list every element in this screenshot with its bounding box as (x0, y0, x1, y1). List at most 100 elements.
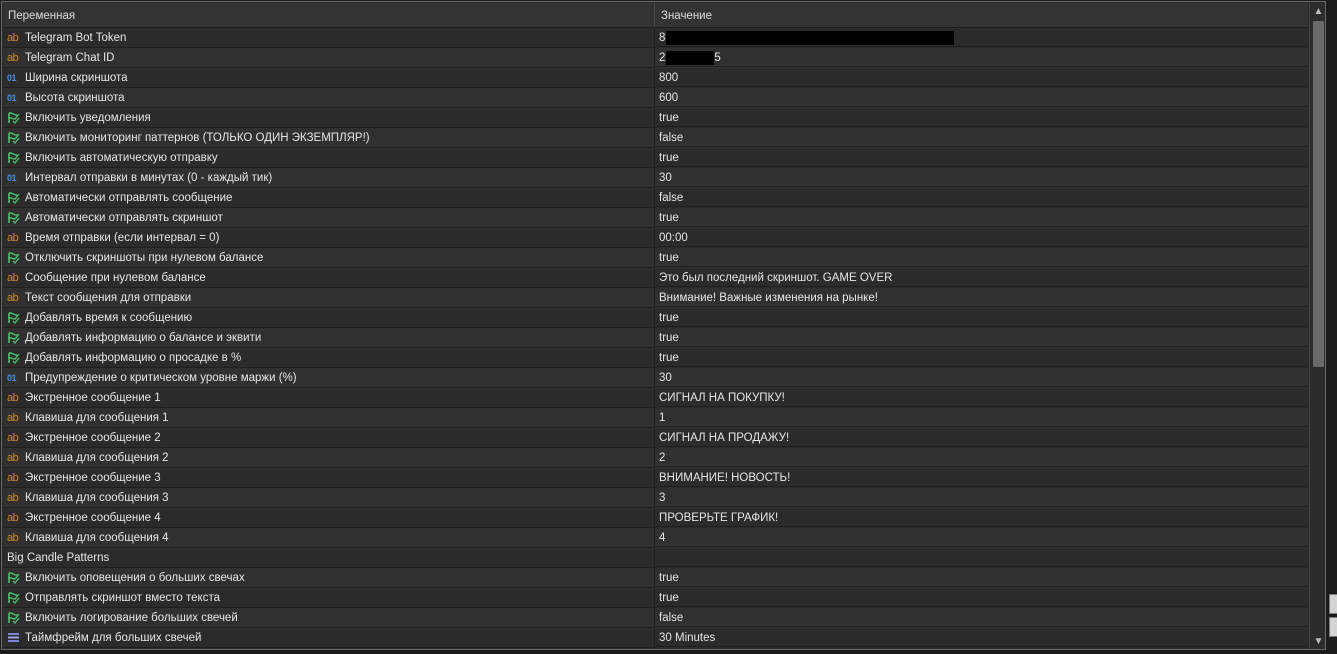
table-row[interactable]: ab Экстренное сообщение 2 СИГНАЛ НА ПРОДАЖ… (3, 428, 1308, 448)
value-cell[interactable]: 4 (655, 528, 1308, 547)
value-text[interactable]: true (659, 252, 679, 264)
value-cell[interactable]: true (655, 348, 1308, 367)
value-text[interactable]: true (659, 152, 679, 164)
value-cell[interactable]: 30 (655, 368, 1308, 387)
value-cell[interactable]: 30 Minutes (655, 628, 1308, 647)
value-cell[interactable]: true (655, 308, 1308, 327)
value-text[interactable]: true (659, 592, 679, 604)
value-text[interactable]: 2 (659, 452, 665, 464)
value-text[interactable]: false (659, 612, 683, 624)
table-row[interactable]: ab Клавиша для сообщения 4 4 (3, 528, 1308, 548)
value-text[interactable]: 3 (659, 492, 665, 504)
value-cell[interactable]: false (655, 608, 1308, 627)
value-text[interactable]: 1 (659, 412, 665, 424)
table-row[interactable]: ab Экстренное сообщение 1 СИГНАЛ НА ПОКУПК… (3, 388, 1308, 408)
value-cell[interactable]: ВНИМАНИЕ! НОВОСТЬ! (655, 468, 1308, 487)
table-row[interactable]: Добавлять информацию о балансе и эквити t… (3, 328, 1308, 348)
value-cell[interactable]: ПРОВЕРЬТЕ ГРАФИК! (655, 508, 1308, 527)
value-cell[interactable]: false (655, 128, 1308, 147)
value-text[interactable]: 30 (659, 172, 672, 184)
value-cell[interactable]: true (655, 568, 1308, 587)
table-row[interactable]: Включить оповещения о больших свечах true (3, 568, 1308, 588)
value-cell[interactable]: 25 (655, 48, 1308, 67)
table-row[interactable]: ab Сообщение при нулевом балансе Это был п… (3, 268, 1308, 288)
group-header-row[interactable]: Big Candle Patterns (3, 548, 1308, 568)
value-cell[interactable]: true (655, 328, 1308, 347)
column-header-value[interactable]: Значение (656, 3, 1308, 27)
table-row[interactable]: ab Экстренное сообщение 4 ПРОВЕРЬТЕ ГРАФИК… (3, 508, 1308, 528)
value-text[interactable]: 30 (659, 372, 672, 384)
side-control-bottom[interactable] (1329, 617, 1337, 637)
value-text[interactable]: 2 (659, 52, 665, 64)
scroll-down-arrow[interactable]: ▼ (1310, 633, 1325, 649)
table-row[interactable]: Добавлять время к сообщению true (3, 308, 1308, 328)
value-text[interactable]: СИГНАЛ НА ПОКУПКУ! (659, 392, 785, 404)
value-cell[interactable]: 00:00 (655, 228, 1308, 247)
value-cell[interactable]: 600 (655, 88, 1308, 107)
value-cell[interactable] (655, 548, 1308, 567)
table-row[interactable]: 01 Высота скриншота 600 (3, 88, 1308, 108)
value-cell[interactable]: Это был последний скриншот. GAME OVER (655, 268, 1308, 287)
table-row[interactable]: Отключить скриншоты при нулевом балансе t… (3, 248, 1308, 268)
value-cell[interactable]: true (655, 588, 1308, 607)
value-text[interactable]: Это был последний скриншот. GAME OVER (659, 272, 892, 284)
value-cell[interactable]: СИГНАЛ НА ПОКУПКУ! (655, 388, 1308, 407)
table-row[interactable]: Включить уведомления true (3, 108, 1308, 128)
table-row[interactable]: Автоматически отправлять скриншот true (3, 208, 1308, 228)
value-text[interactable]: true (659, 312, 679, 324)
value-text[interactable]: 8 (659, 32, 665, 44)
column-header-variable[interactable]: Переменная (3, 3, 655, 27)
value-text[interactable]: false (659, 132, 683, 144)
table-row[interactable]: ab Telegram Bot Token 8 (3, 28, 1308, 48)
table-row[interactable]: ab Клавиша для сообщения 3 3 (3, 488, 1308, 508)
value-cell[interactable]: 30 (655, 168, 1308, 187)
table-row[interactable]: Включить логирование больших свечей false (3, 608, 1308, 628)
value-text[interactable]: 30 Minutes (659, 632, 715, 644)
value-text[interactable]: Внимание! Важные изменения на рынке! (659, 292, 878, 304)
value-cell[interactable]: true (655, 148, 1308, 167)
table-row[interactable]: ab Экстренное сообщение 3 ВНИМАНИЕ! НОВОСТ… (3, 468, 1308, 488)
side-control-top[interactable] (1329, 594, 1337, 614)
table-row[interactable]: 01 Предупреждение о критическом уровне ма… (3, 368, 1308, 388)
value-cell[interactable]: 1 (655, 408, 1308, 427)
table-row[interactable]: Добавлять информацию о просадке в % true (3, 348, 1308, 368)
table-row[interactable]: ab Клавиша для сообщения 1 1 (3, 408, 1308, 428)
table-row[interactable]: 01 Интервал отправки в минутах (0 - кажды… (3, 168, 1308, 188)
value-text[interactable]: true (659, 112, 679, 124)
table-row[interactable]: ab Клавиша для сообщения 2 2 (3, 448, 1308, 468)
value-cell[interactable]: true (655, 248, 1308, 267)
value-text[interactable]: 600 (659, 92, 678, 104)
value-cell[interactable]: 2 (655, 448, 1308, 467)
value-text[interactable]: ВНИМАНИЕ! НОВОСТЬ! (659, 472, 790, 484)
value-cell[interactable]: true (655, 108, 1308, 127)
table-row[interactable]: Включить автоматическую отправку true (3, 148, 1308, 168)
scroll-up-arrow[interactable]: ▲ (1310, 3, 1325, 20)
table-row[interactable]: Таймфрейм для больших свечей 30 Minutes (3, 628, 1308, 648)
value-cell[interactable]: 3 (655, 488, 1308, 507)
table-row[interactable]: 01 Ширина скриншота 800 (3, 68, 1308, 88)
value-cell[interactable]: true (655, 208, 1308, 227)
value-cell[interactable]: false (655, 188, 1308, 207)
value-text[interactable]: true (659, 352, 679, 364)
value-text[interactable]: 800 (659, 72, 678, 84)
value-cell[interactable]: 8 (655, 28, 1308, 47)
value-text[interactable]: 00:00 (659, 232, 688, 244)
table-row[interactable]: ab Время отправки (если интервал = 0) 00:0… (3, 228, 1308, 248)
table-row[interactable]: Включить мониторинг паттернов (ТОЛЬКО ОД… (3, 128, 1308, 148)
table-row[interactable]: ab Telegram Chat ID 2 5 (3, 48, 1308, 68)
value-text[interactable]: СИГНАЛ НА ПРОДАЖУ! (659, 432, 789, 444)
value-text[interactable]: false (659, 192, 683, 204)
value-cell[interactable]: Внимание! Важные изменения на рынке! (655, 288, 1308, 307)
value-text[interactable]: true (659, 212, 679, 224)
scrollbar-thumb[interactable] (1313, 21, 1324, 367)
value-text[interactable]: true (659, 332, 679, 344)
table-row[interactable]: Отправлять скриншот вместо текста true (3, 588, 1308, 608)
value-cell[interactable]: 800 (655, 68, 1308, 87)
table-row[interactable]: Автоматически отправлять сообщение false (3, 188, 1308, 208)
value-cell[interactable]: СИГНАЛ НА ПРОДАЖУ! (655, 428, 1308, 447)
table-row[interactable]: ab Текст сообщения для отправки Внимание! … (3, 288, 1308, 308)
value-text[interactable]: ПРОВЕРЬТЕ ГРАФИК! (659, 512, 778, 524)
value-text[interactable]: true (659, 572, 679, 584)
value-text[interactable]: 4 (659, 532, 665, 544)
vertical-scrollbar[interactable]: ▲ ▼ (1309, 3, 1325, 649)
